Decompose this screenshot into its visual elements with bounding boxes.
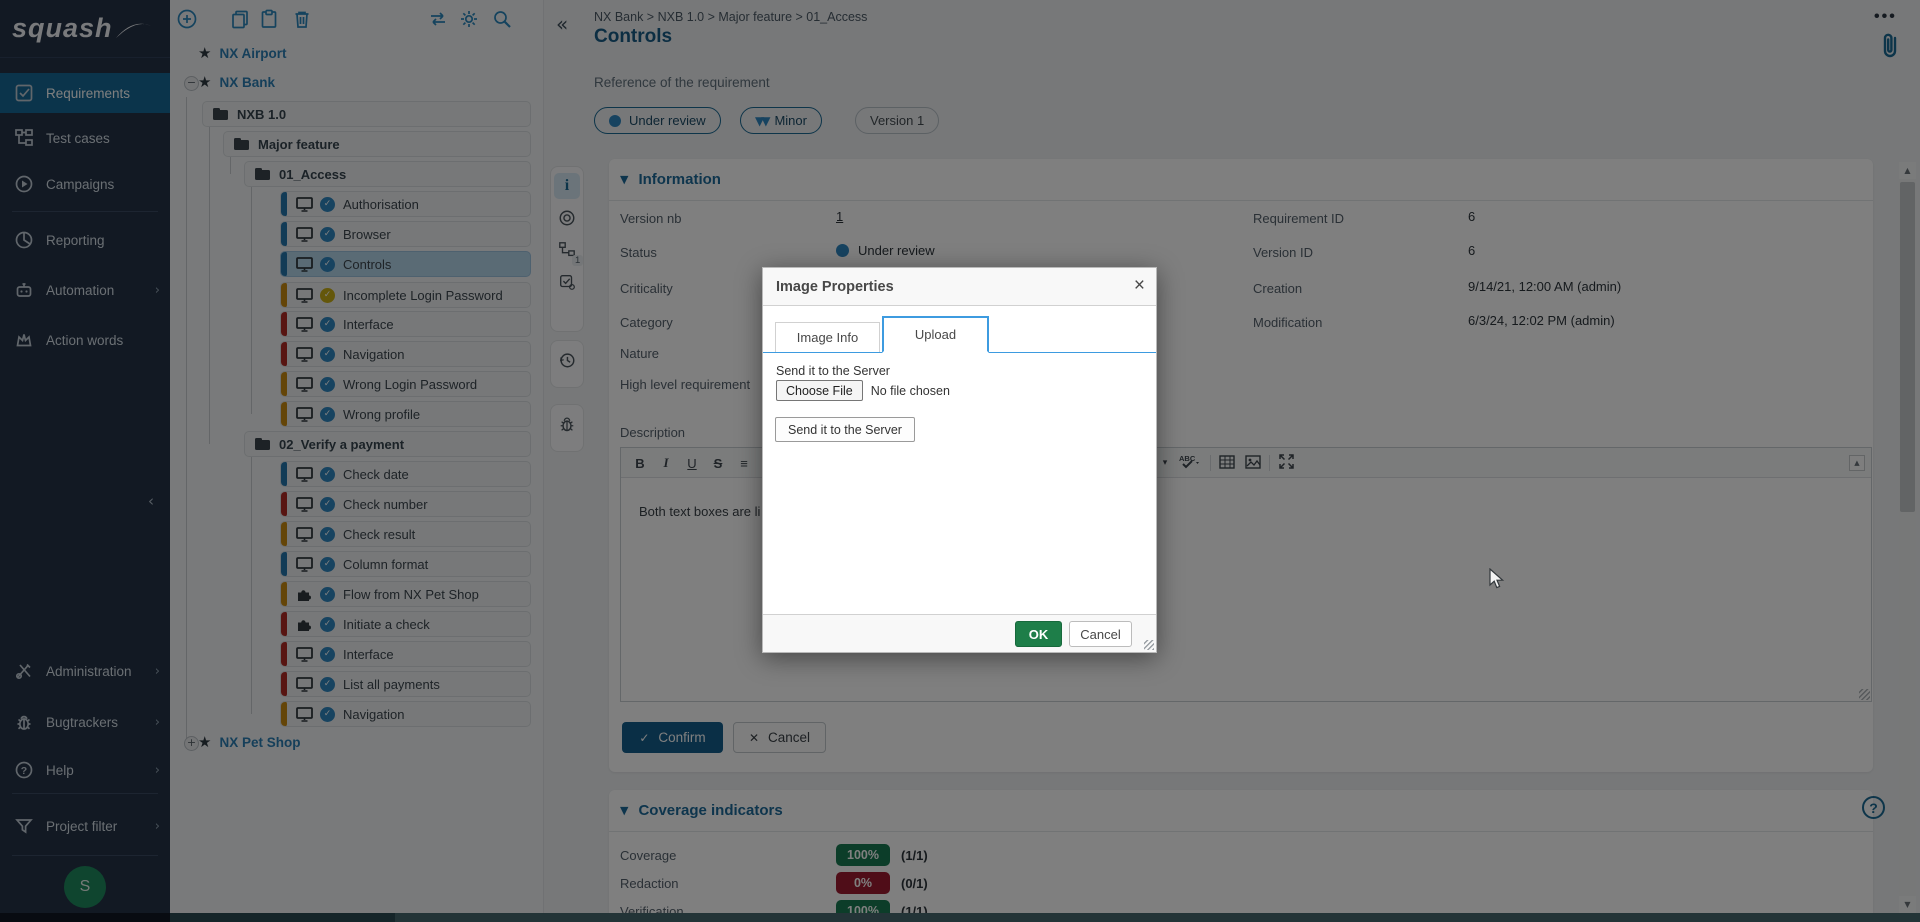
dialog-footer: OK Cancel [763, 614, 1156, 652]
dialog-close-icon[interactable]: × [1134, 276, 1145, 295]
no-file-chosen-text: No file chosen [871, 384, 950, 398]
tab-upload[interactable]: Upload [882, 316, 989, 353]
send-to-server-label: Send it to the Server [776, 364, 890, 378]
app-window: squash RequirementsTest casesCampaignsRe… [0, 0, 1920, 922]
dialog-tabs: Image Info Upload [763, 316, 1156, 353]
dialog-resize-handle[interactable] [1144, 640, 1154, 650]
dialog-title: Image Properties [776, 279, 894, 295]
tab-image-info[interactable]: Image Info [775, 322, 880, 352]
file-input-row: Choose File No file chosen [776, 380, 950, 401]
send-to-server-button[interactable]: Send it to the Server [775, 417, 915, 442]
image-properties-dialog: Image Properties × Image Info Upload Sen… [762, 267, 1157, 653]
dialog-title-bar[interactable]: Image Properties [763, 268, 1156, 306]
dialog-cancel-button[interactable]: Cancel [1069, 621, 1132, 647]
ok-button[interactable]: OK [1015, 621, 1062, 647]
choose-file-button[interactable]: Choose File [776, 380, 863, 401]
